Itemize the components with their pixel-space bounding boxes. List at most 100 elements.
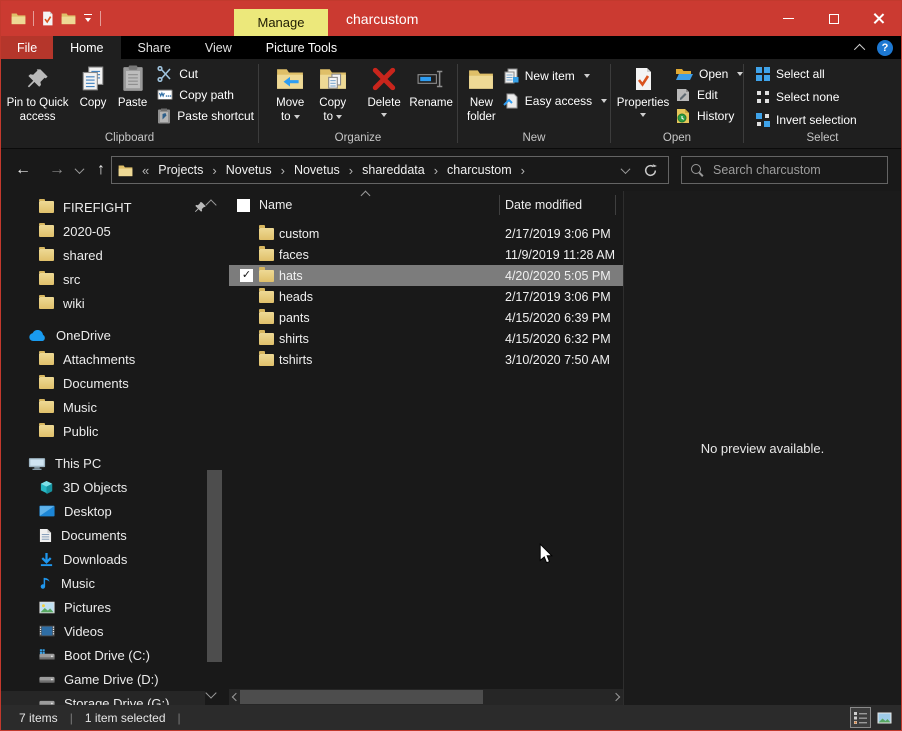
sidebar-item-pictures[interactable]: Pictures: [1, 595, 205, 619]
sidebar-item-desktop[interactable]: Desktop: [1, 499, 205, 523]
breadcrumb-projects[interactable]: Projects: [158, 163, 203, 177]
sidebar-item-downloads[interactable]: Downloads: [1, 547, 205, 571]
properties-button[interactable]: Properties: [615, 59, 671, 129]
tab-file[interactable]: File: [1, 36, 53, 59]
button-label: Rename: [409, 97, 452, 111]
address-dropdown-icon[interactable]: [621, 164, 631, 174]
file-row-heads[interactable]: heads 2/17/2019 3:06 PM: [229, 286, 623, 307]
sidebar-item-public[interactable]: Public: [1, 419, 205, 443]
help-icon[interactable]: ?: [877, 40, 893, 56]
history-button[interactable]: History: [671, 105, 747, 126]
selection-count: 1 item selected: [85, 711, 166, 725]
column-divider[interactable]: [615, 195, 616, 215]
cut-button[interactable]: Cut: [153, 63, 258, 84]
file-name: heads: [279, 290, 313, 304]
paste-button[interactable]: Paste: [112, 59, 153, 129]
sidebar-item-2020-05[interactable]: 2020-05: [1, 219, 205, 243]
close-button[interactable]: [856, 1, 901, 36]
folder-icon: [259, 291, 274, 303]
file-row-tshirts[interactable]: tshirts 3/10/2020 7:50 AM: [229, 349, 623, 370]
breadcrumb-novetus-2[interactable]: Novetus: [294, 163, 340, 177]
open-button[interactable]: Open: [671, 63, 747, 84]
contextual-tab-header-manage[interactable]: Manage: [234, 9, 328, 36]
refresh-icon[interactable]: [643, 163, 658, 178]
sidebar-item-label: OneDrive: [56, 328, 111, 343]
pin-to-quick-access-button[interactable]: Pin to Quick access: [1, 59, 74, 129]
address-bar[interactable]: « Projects › Novetus › Novetus › sharedd…: [111, 156, 669, 184]
new-item-button[interactable]: New item: [499, 65, 611, 86]
minimize-button[interactable]: [766, 1, 811, 36]
tab-share[interactable]: Share: [121, 36, 188, 59]
tab-picture-tools[interactable]: Picture Tools: [249, 36, 354, 59]
sidebar-item-boot-drive-c[interactable]: Boot Drive (C:): [1, 643, 205, 667]
sidebar-scrollbar-thumb[interactable]: [207, 470, 222, 662]
file-row-pants[interactable]: pants 4/15/2020 6:39 PM: [229, 307, 623, 328]
sidebar-item-attachments[interactable]: Attachments: [1, 347, 205, 371]
sidebar-scroll-up-icon[interactable]: [205, 199, 216, 210]
easy-access-button[interactable]: Easy access: [499, 90, 611, 111]
qat-folder-icon[interactable]: [11, 12, 26, 25]
horizontal-scrollbar[interactable]: [229, 689, 623, 705]
delete-icon: [372, 63, 396, 95]
select-all-checkbox[interactable]: [237, 199, 250, 212]
invert-selection-button[interactable]: Invert selection: [752, 109, 861, 130]
file-row-shirts[interactable]: shirts 4/15/2020 6:32 PM: [229, 328, 623, 349]
scroll-left-icon[interactable]: [232, 693, 240, 701]
sidebar-item-shared[interactable]: shared: [1, 243, 205, 267]
search-box[interactable]: [681, 156, 888, 184]
pin-icon[interactable]: [194, 201, 207, 214]
breadcrumb-novetus[interactable]: Novetus: [226, 163, 272, 177]
qat-customize-icon[interactable]: [83, 14, 93, 24]
up-button[interactable]: ↑: [89, 158, 113, 182]
copy-to-button[interactable]: Copy to: [311, 59, 353, 129]
file-row-custom[interactable]: custom 2/17/2019 3:06 PM: [229, 223, 623, 244]
file-row-faces[interactable]: faces 11/9/2019 11:28 AM: [229, 244, 623, 265]
move-to-button[interactable]: Move to: [269, 59, 311, 129]
sidebar-item-onedrive[interactable]: OneDrive: [1, 323, 205, 347]
sidebar-item-wiki[interactable]: wiki: [1, 291, 205, 315]
select-all-button[interactable]: Select all: [752, 63, 861, 84]
search-input[interactable]: [713, 163, 878, 177]
select-none-button[interactable]: Select none: [752, 86, 861, 107]
column-divider[interactable]: [499, 195, 500, 215]
new-folder-button[interactable]: New folder: [464, 59, 499, 129]
back-button[interactable]: ←: [11, 158, 35, 182]
select-none-icon: [756, 90, 770, 104]
sidebar-item-src[interactable]: src: [1, 267, 205, 291]
sidebar-item-documents-onedrive[interactable]: Documents: [1, 371, 205, 395]
details-view-button[interactable]: [850, 707, 871, 728]
horizontal-scrollbar-thumb[interactable]: [240, 690, 483, 704]
minimize-ribbon-icon[interactable]: [854, 43, 865, 54]
column-header-name[interactable]: Name: [259, 198, 292, 212]
sidebar-item-3d-objects[interactable]: 3D Objects: [1, 475, 205, 499]
sidebar-scroll-down-icon[interactable]: [205, 687, 216, 698]
edit-button[interactable]: Edit: [671, 84, 747, 105]
maximize-button[interactable]: [811, 1, 856, 36]
breadcrumb-shareddata[interactable]: shareddata: [362, 163, 425, 177]
scroll-right-icon[interactable]: [612, 693, 620, 701]
sidebar-item-game-drive-d[interactable]: Game Drive (D:): [1, 667, 205, 691]
copy-path-button[interactable]: Copy path: [153, 84, 258, 105]
paste-shortcut-button[interactable]: Paste shortcut: [153, 105, 258, 126]
sidebar-item-firefight[interactable]: FIREFIGHT: [1, 195, 205, 219]
copy-button[interactable]: Copy: [74, 59, 112, 129]
large-icons-view-button[interactable]: [874, 707, 895, 728]
forward-button[interactable]: →: [45, 158, 69, 182]
column-header-date-modified[interactable]: Date modified: [505, 198, 582, 212]
recent-locations-icon[interactable]: [71, 158, 87, 182]
sidebar-item-music-onedrive[interactable]: Music: [1, 395, 205, 419]
tab-home[interactable]: Home: [53, 36, 120, 59]
sidebar-item-this-pc[interactable]: This PC: [1, 451, 205, 475]
qat-properties-icon[interactable]: [41, 11, 54, 26]
sidebar-item-videos[interactable]: Videos: [1, 619, 205, 643]
breadcrumb-charcustom[interactable]: charcustom: [447, 163, 512, 177]
file-row-hats-selected[interactable]: ✓ hats 4/20/2020 5:05 PM: [229, 265, 623, 286]
sidebar-item-music[interactable]: Music: [1, 571, 205, 595]
delete-button[interactable]: Delete: [363, 59, 405, 129]
rename-button[interactable]: Rename: [405, 59, 457, 129]
qat-new-folder-icon[interactable]: [61, 12, 76, 25]
row-checkbox-checked[interactable]: ✓: [240, 269, 253, 282]
ribbon-group-organize: Move to Copy to Delete Rename Organize: [259, 59, 457, 148]
sidebar-item-documents[interactable]: Documents: [1, 523, 205, 547]
tab-view[interactable]: View: [188, 36, 249, 59]
